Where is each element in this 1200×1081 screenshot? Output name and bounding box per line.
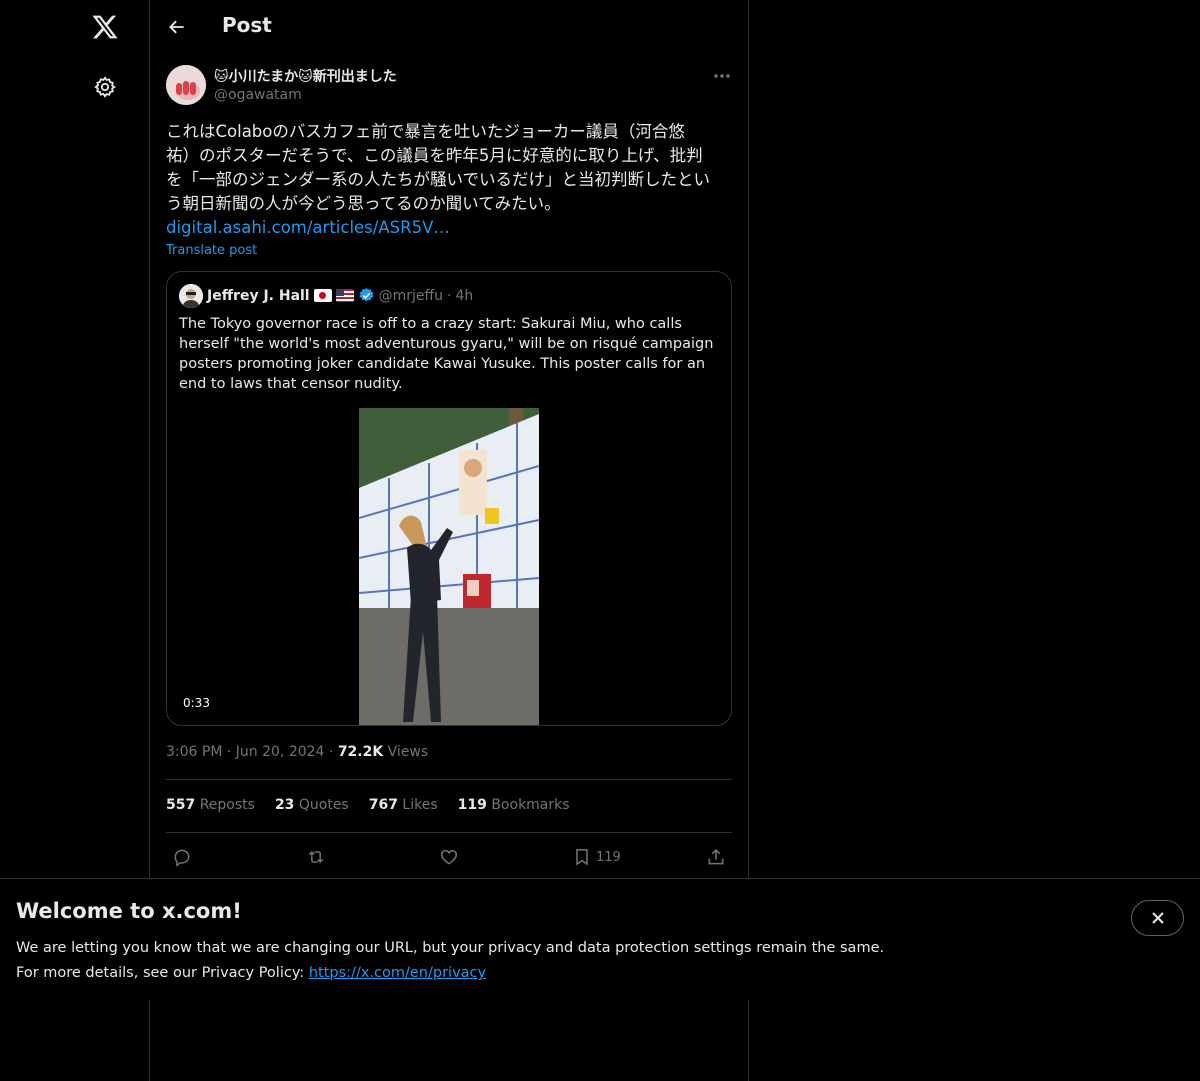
quote-avatar[interactable]: [179, 284, 203, 308]
banner-line: For more details, see our Privacy Policy…: [16, 965, 487, 981]
privacy-policy-link[interactable]: https://x.com/en/privacy: [309, 965, 486, 981]
likes-stat[interactable]: 767 Likes: [369, 797, 438, 813]
post-text: これはColaboのバスカフェ前で暴言を吐いたジョーカー議員（河合悠 祐）のポス…: [166, 120, 734, 240]
post-date[interactable]: Jun 20, 2024: [236, 744, 325, 760]
app: Post 🐱小川たまか🐱新刊出ました @ogawatam これはColaboのバ…: [0, 0, 1200, 1081]
video-duration: 0:33: [177, 695, 216, 711]
reposts-stat[interactable]: 557 Reposts: [166, 797, 255, 813]
banner-text: We are letting you know that we are chan…: [16, 936, 884, 986]
quote-text: The Tokyo governor race is off to a craz…: [179, 316, 714, 392]
banner-title: Welcome to x.com!: [16, 899, 242, 923]
post-text-line: 祐）のポスターだそうで、この議員を昨年5月に好意的に取り上げ、批判: [166, 146, 703, 165]
bookmark-icon: [572, 847, 592, 867]
divider: [166, 779, 732, 780]
separator-dot: ·: [447, 287, 452, 304]
close-icon: [1150, 910, 1166, 926]
close-banner-button[interactable]: [1131, 900, 1184, 936]
avatar[interactable]: [166, 65, 206, 105]
author-name[interactable]: 🐱小川たまか🐱新刊出ました: [214, 66, 397, 86]
post-time[interactable]: 3:06 PM: [166, 744, 222, 760]
quotes-stat[interactable]: 23 Quotes: [275, 797, 349, 813]
quote-header: Jeffrey J. Hall @mrjeffu · 4h: [207, 287, 473, 304]
action-bar: 119: [166, 842, 732, 872]
share-icon[interactable]: [706, 842, 726, 872]
post-header: Post: [150, 0, 748, 54]
reply-icon[interactable]: [172, 842, 192, 872]
post-text-line: これはColaboのバスカフェ前で暴言を吐いたジョーカー議員（河合悠: [166, 122, 685, 141]
banner-line: We are letting you know that we are chan…: [16, 940, 885, 956]
bookmarks-stat[interactable]: 119 Bookmarks: [458, 797, 570, 813]
us-flag-icon: [335, 289, 354, 302]
quote-timestamp[interactable]: 4h: [455, 288, 473, 304]
post-text-line: を「一部のジェンダー系の人たちが騒いでいるだけ」と当初判断したとい: [166, 170, 711, 189]
page-title: Post: [222, 13, 272, 37]
gear-icon[interactable]: [84, 66, 126, 108]
welcome-banner: Welcome to x.com! We are letting you kno…: [0, 878, 1200, 1000]
quote-video[interactable]: [359, 408, 539, 725]
verified-badge-icon: [358, 287, 375, 304]
post-meta: 3:06 PM · Jun 20, 2024 · 72.2K Views: [166, 744, 429, 760]
japan-flag-icon: [313, 289, 332, 302]
x-logo-icon[interactable]: [84, 6, 126, 48]
repost-icon[interactable]: [305, 842, 327, 872]
bookmark-button[interactable]: 119: [572, 842, 621, 872]
arrow-left-icon[interactable]: [160, 10, 194, 44]
heart-icon[interactable]: [439, 842, 459, 872]
post-link[interactable]: digital.asahi.com/articles/ASR5V…: [166, 216, 734, 240]
views-count: 72.2K: [337, 744, 384, 760]
quote-author-name[interactable]: Jeffrey J. Hall: [207, 288, 310, 304]
divider: [166, 832, 732, 833]
post-stats: 557 Reposts 23 Quotes 767 Likes 119 Book…: [166, 797, 570, 813]
translate-post-link[interactable]: Translate post: [166, 243, 257, 258]
more-horizontal-icon[interactable]: [712, 66, 732, 86]
views-label: Views: [387, 744, 429, 760]
quote-author-handle[interactable]: @mrjeffu: [379, 288, 443, 304]
quoted-post[interactable]: Jeffrey J. Hall @mrjeffu · 4h The Tokyo …: [166, 271, 732, 726]
bookmark-count: 119: [596, 849, 621, 865]
author-handle[interactable]: @ogawatam: [214, 87, 302, 103]
post-text-line: う朝日新聞の人が今どう思ってるのか聞いてみたい。: [166, 194, 561, 213]
